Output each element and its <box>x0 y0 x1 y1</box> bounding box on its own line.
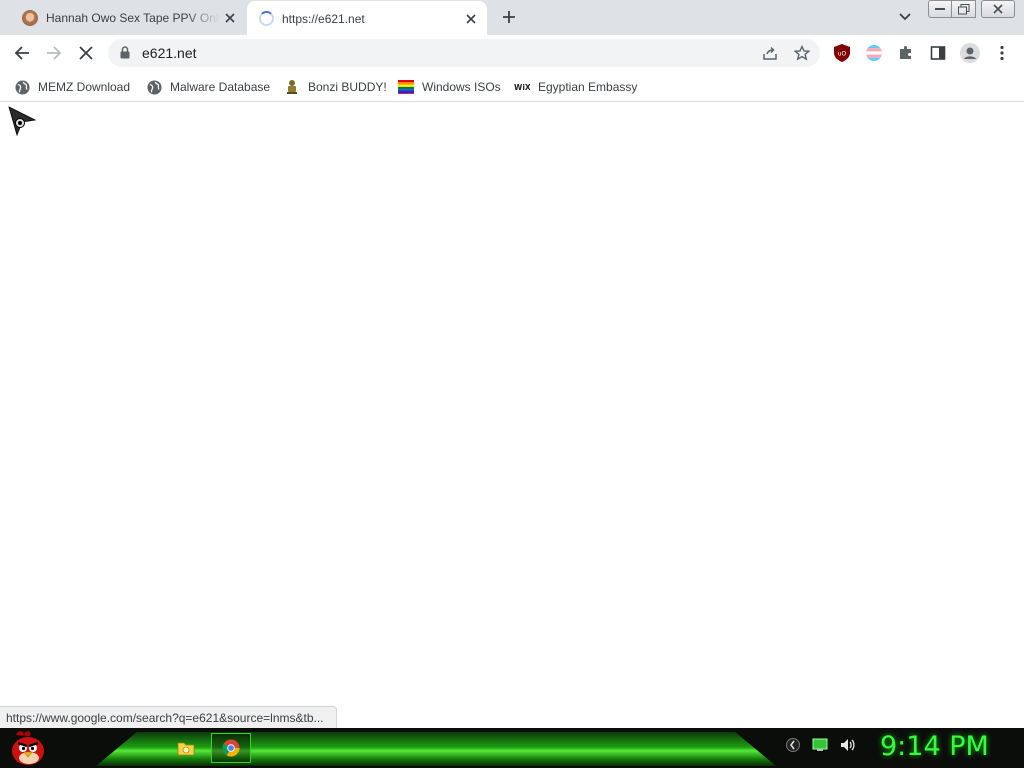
extensions-button[interactable] <box>892 39 920 67</box>
bookmark-label: Egyptian Embassy <box>538 80 638 94</box>
bookmarks-bar: MEMZ Download Malware Database Bonzi BUD… <box>0 71 1024 102</box>
bookmark-label: Bonzi BUDDY! <box>308 80 387 94</box>
flag-extension-icon <box>866 45 882 61</box>
wix-icon: WiX <box>514 79 530 95</box>
forward-button[interactable] <box>40 39 68 67</box>
file-explorer-icon <box>177 742 195 756</box>
start-button[interactable] <box>8 729 48 767</box>
browser-toolbar: e621.net uO <box>0 35 1024 71</box>
globe-icon <box>146 79 162 95</box>
lock-icon[interactable] <box>120 46 130 59</box>
svg-text:uO: uO <box>838 51 847 58</box>
taskbar-clock[interactable]: 9:14 PM <box>880 731 1020 762</box>
restore-icon <box>957 3 969 14</box>
bookmark-malware-database[interactable]: Malware Database <box>146 75 270 99</box>
tab-title: https://e621.net <box>282 11 365 26</box>
chevron-down-icon <box>899 13 911 21</box>
taskbar: 9:14 PM <box>0 728 1024 768</box>
back-button[interactable] <box>8 39 36 67</box>
status-url: https://www.google.com/search?q=e621&sou… <box>6 710 324 725</box>
restore-button[interactable] <box>951 0 976 18</box>
arrow-right-icon <box>47 46 62 60</box>
side-panel-icon <box>930 46 946 60</box>
bookmark-bonzi-buddy[interactable]: Bonzi BUDDY! <box>284 75 387 99</box>
kebab-menu-icon <box>1000 45 1004 61</box>
chrome-icon <box>222 739 240 757</box>
menu-button[interactable] <box>988 39 1016 67</box>
tab-strip: Hannah Owo Sex Tape PPV OnlyFans https:/… <box>0 0 1024 36</box>
bookmark-label: Malware Database <box>170 80 271 94</box>
puzzle-extensions-icon <box>900 46 911 59</box>
taskbar-file-explorer[interactable] <box>166 733 206 763</box>
bookmark-star-button[interactable] <box>788 39 816 67</box>
taskbar-chrome[interactable] <box>211 733 251 763</box>
minimize-button[interactable] <box>928 0 952 18</box>
loading-spinner-icon <box>259 11 274 26</box>
arrow-left-icon <box>14 46 29 60</box>
bookmark-windows-isos[interactable]: Windows ISOs <box>398 75 501 99</box>
stop-loading-button[interactable] <box>72 39 100 67</box>
new-tab-button[interactable] <box>498 6 520 28</box>
stop-x-icon <box>79 46 93 60</box>
profile-button[interactable] <box>956 39 984 67</box>
minimize-icon <box>935 8 945 10</box>
volume-icon[interactable] <box>840 738 856 757</box>
avatar-face-icon <box>22 9 38 26</box>
share-button[interactable] <box>756 39 784 67</box>
avatar-icon <box>960 43 980 63</box>
rainbow-flag-icon <box>398 79 414 95</box>
bookmark-memz-download[interactable]: MEMZ Download <box>14 75 130 99</box>
url-text[interactable]: e621.net <box>142 45 197 61</box>
close-window-button[interactable] <box>981 0 1015 18</box>
tab-e621[interactable]: https://e621.net <box>247 1 487 36</box>
tab-hannah-owo[interactable]: Hannah Owo Sex Tape PPV OnlyFans <box>8 0 246 35</box>
tab-title: Hannah Owo Sex Tape PPV OnlyFans <box>46 10 220 25</box>
share-icon <box>763 46 777 60</box>
bookmark-egyptian-embassy[interactable]: WiX Egyptian Embassy <box>514 75 637 99</box>
address-bar[interactable]: e621.net <box>108 39 820 67</box>
bookmark-label: Windows ISOs <box>422 80 501 94</box>
cursor-icon <box>8 106 36 136</box>
network-icon[interactable] <box>812 738 828 757</box>
bonzi-icon <box>284 79 300 95</box>
side-panel-button[interactable] <box>924 39 952 67</box>
close-tab-icon[interactable] <box>220 8 240 28</box>
status-url-bubble: https://www.google.com/search?q=e621&sou… <box>0 706 337 728</box>
globe-icon <box>14 79 30 95</box>
bookmark-label: MEMZ Download <box>38 80 131 94</box>
angry-bird-icon <box>12 731 44 765</box>
tray-action-center-icon[interactable] <box>786 738 800 757</box>
star-icon <box>794 45 810 61</box>
svg-text:WiX: WiX <box>514 83 530 92</box>
ublock-origin-button[interactable]: uO <box>828 39 856 67</box>
close-icon <box>993 4 1003 14</box>
system-tray <box>786 738 856 757</box>
flag-extension-button[interactable] <box>860 39 888 67</box>
page-content: https://www.google.com/search?q=e621&sou… <box>0 103 1024 728</box>
tab-search-button[interactable] <box>894 6 916 28</box>
plus-icon <box>503 11 515 23</box>
ublock-origin-icon: uO <box>834 44 850 62</box>
close-tab-icon[interactable] <box>461 9 481 29</box>
